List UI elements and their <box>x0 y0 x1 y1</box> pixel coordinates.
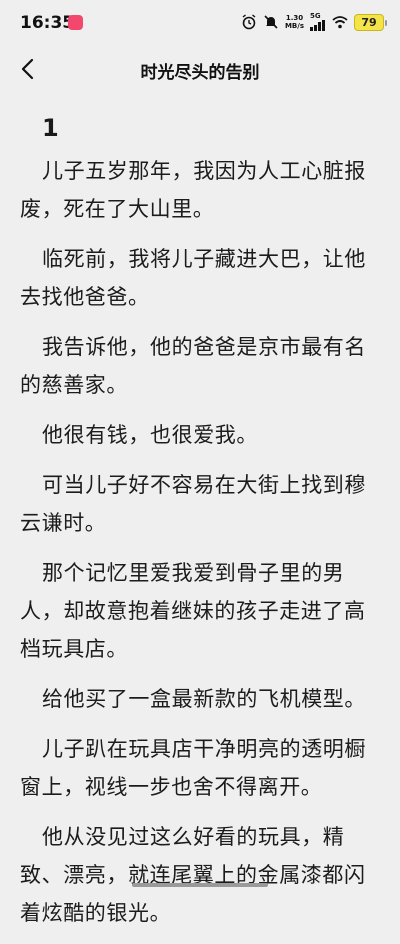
network-type: 5G <box>310 12 321 20</box>
alarm-icon <box>242 14 256 30</box>
reader-content[interactable]: 1 儿子五岁那年，我因为人工心脏报废，死在了大山里。 临死前，我将儿子藏进大巴，… <box>20 110 380 944</box>
app-notification-icon <box>68 15 83 30</box>
cellular-signal: 5G <box>310 13 326 31</box>
battery-indicator: 79 <box>354 13 387 31</box>
paragraph: 儿子趴在玩具店干净明亮的透明橱窗上，视线一步也舍不得离开。 <box>20 737 366 799</box>
signal-icon <box>310 20 325 31</box>
paragraph: 儿子五岁那年，我因为人工心脏报废，死在了大山里。 <box>20 159 366 221</box>
net-speed-unit: MB/s <box>284 22 304 30</box>
nav-bar: 时光尽头的告别 <box>0 46 400 92</box>
paragraph: 给他买了一盒最新款的飞机模型。 <box>42 687 366 711</box>
paragraph: 我告诉他，他的爸爸是京市最有名的慈善家。 <box>20 335 366 397</box>
net-speed-value: 1.30 <box>285 14 304 22</box>
home-indicator[interactable] <box>132 883 268 887</box>
status-icons: 1.30 MB/s 5G 79 <box>241 13 387 31</box>
paragraph: 他从没见过这么好看的玩具，精致、漂亮，就连尾翼上的金属漆都闪着炫酷的银光。 <box>20 825 366 925</box>
status-bar: 16:35 1.30 MB/s 5G 79 <box>0 0 400 46</box>
paragraph: 可当儿子好不容易在大街上找到穆云谦时。 <box>20 473 366 535</box>
paragraph: 他很有钱，也很爱我。 <box>42 423 258 447</box>
wifi-icon <box>332 16 348 29</box>
mute-bell-icon <box>264 15 278 29</box>
chapter-number: 1 <box>42 114 59 142</box>
network-speed: 1.30 MB/s <box>285 14 304 30</box>
status-time: 16:35 <box>20 13 75 33</box>
paragraph: 临死前，我将儿子藏进大巴，让他去找他爸爸。 <box>20 247 366 309</box>
paragraph: 那个记忆里爱我爱到骨子里的男人，却故意抱着继妹的孩子走进了高档玩具店。 <box>20 561 366 661</box>
page-title: 时光尽头的告别 <box>140 63 260 83</box>
